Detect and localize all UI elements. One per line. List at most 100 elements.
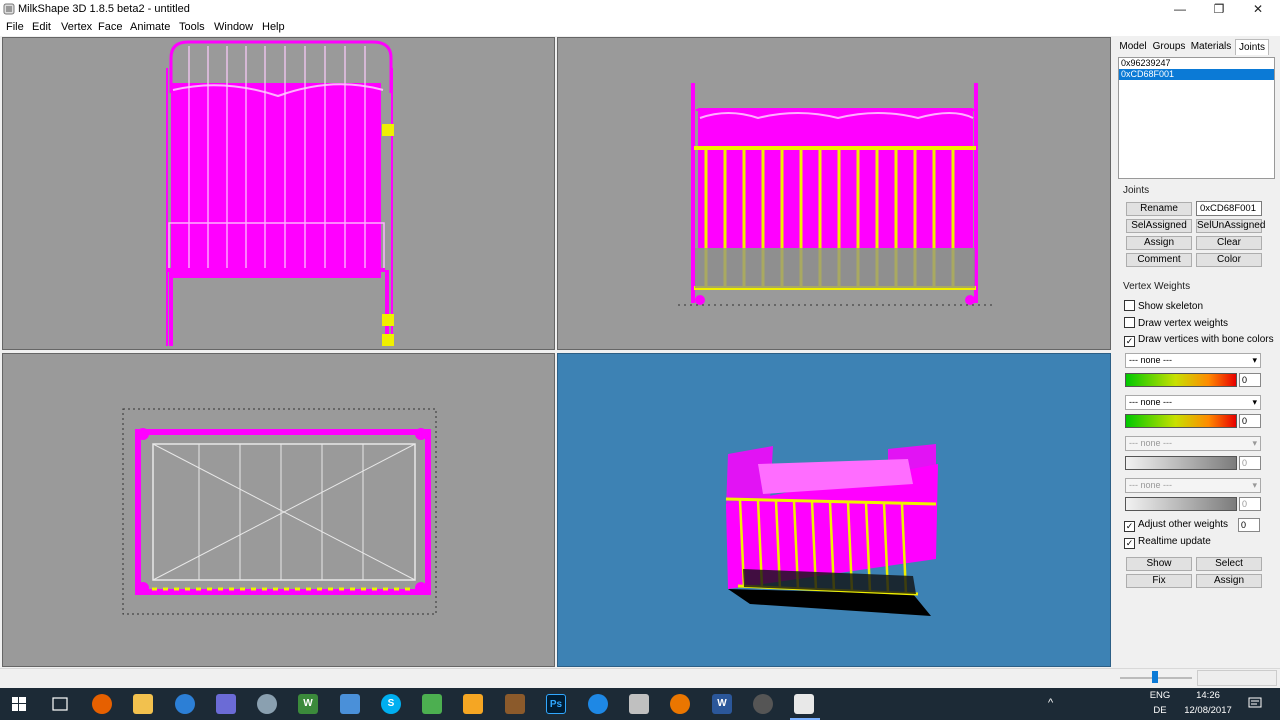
app-icon[interactable] — [505, 694, 525, 714]
notification-icon[interactable] — [1248, 697, 1262, 710]
weight-value-2[interactable]: 0 — [1239, 414, 1261, 428]
check-icon[interactable]: ✓ — [1124, 336, 1135, 347]
word-w-icon[interactable]: W — [298, 694, 318, 714]
show-skeleton-checkbox[interactable]: Show skeleton — [1124, 300, 1203, 313]
blender-icon[interactable] — [670, 694, 690, 714]
menu-animate[interactable]: Animate — [130, 21, 170, 33]
menu-file[interactable]: File — [6, 21, 24, 33]
word-icon[interactable]: W — [712, 694, 732, 714]
app-icon[interactable] — [629, 694, 649, 714]
minimize-button[interactable]: — — [1160, 0, 1200, 19]
menu-tools[interactable]: Tools — [179, 21, 205, 33]
weight-value-3: 0 — [1239, 456, 1261, 470]
show-button[interactable]: Show — [1126, 557, 1192, 571]
language-indicator[interactable]: ENG — [1146, 690, 1174, 701]
check-icon[interactable]: ✓ — [1124, 538, 1135, 549]
tab-joints[interactable]: Joints — [1235, 39, 1269, 55]
chevron-down-icon: ▾ — [1252, 438, 1257, 448]
sel-unassigned-button[interactable]: SelUnAssigned — [1196, 219, 1265, 233]
weight-slider-4 — [1125, 497, 1237, 511]
bone-select-value: --- none --- — [1129, 355, 1173, 365]
top-view-wireframe — [122, 408, 437, 615]
milkshape-icon[interactable] — [794, 694, 814, 714]
checkbox-label: Draw vertices with bone colors — [1138, 334, 1274, 345]
viewport-3d[interactable] — [557, 353, 1111, 667]
side-view-wireframe — [678, 83, 993, 306]
app-icon[interactable] — [422, 694, 442, 714]
app-icon[interactable] — [216, 694, 236, 714]
joint-list-item[interactable]: 0x96239247 — [1119, 58, 1274, 69]
adjust-other-weights-value[interactable]: 0 — [1238, 518, 1260, 532]
windows-start-icon[interactable] — [12, 697, 26, 711]
draw-bone-colors-checkbox[interactable]: ✓ Draw vertices with bone colors — [1124, 334, 1274, 347]
joint-name-field[interactable]: 0xCD68F001 — [1196, 201, 1262, 216]
app-icon[interactable] — [588, 694, 608, 714]
tab-groups[interactable]: Groups — [1151, 39, 1187, 55]
task-view-icon[interactable] — [52, 697, 68, 711]
draw-vertex-weights-checkbox[interactable]: Draw vertex weights — [1124, 317, 1228, 330]
app-icon[interactable] — [753, 694, 773, 714]
check-icon[interactable]: ✓ — [1124, 521, 1135, 532]
weight-slider-1[interactable] — [1125, 373, 1237, 387]
app-icon[interactable] — [257, 694, 277, 714]
viewport-front[interactable] — [2, 37, 555, 350]
realtime-update-checkbox[interactable]: ✓ Realtime update — [1124, 536, 1211, 549]
assign-joint-button[interactable]: Assign — [1126, 236, 1192, 250]
adjust-other-weights-checkbox[interactable]: ✓ Adjust other weights — [1124, 519, 1228, 532]
weight-slider-2[interactable] — [1125, 414, 1237, 428]
properties-panel: Model Groups Materials Joints 0x96239247… — [1114, 36, 1280, 668]
bone-select-value: --- none --- — [1129, 397, 1173, 407]
bone-select-value: --- none --- — [1129, 480, 1173, 490]
fix-button[interactable]: Fix — [1126, 574, 1192, 588]
joint-list[interactable]: 0x96239247 0xCD68F001 — [1118, 57, 1275, 179]
skype-icon[interactable]: S — [381, 694, 401, 714]
clear-button[interactable]: Clear — [1196, 236, 1262, 250]
title-bar: MilkShape 3D 1.8.5 beta2 - untitled — ❐ … — [0, 0, 1280, 19]
windows-taskbar: W S Ps W ^ ENG DE 14:26 12/08/2017 — [0, 688, 1280, 720]
file-explorer-icon[interactable] — [133, 694, 153, 714]
checkbox-box[interactable] — [1124, 317, 1135, 328]
color-button[interactable]: Color — [1196, 253, 1262, 267]
window-title: MilkShape 3D 1.8.5 beta2 - untitled — [18, 3, 190, 15]
checkbox-label: Show skeleton — [1138, 301, 1204, 312]
menu-edit[interactable]: Edit — [32, 21, 51, 33]
tab-materials[interactable]: Materials — [1188, 39, 1234, 55]
weight-value-4: 0 — [1239, 497, 1261, 511]
tray-expand-icon[interactable]: ^ — [1048, 697, 1053, 709]
clock-time[interactable]: 14:26 — [1178, 690, 1238, 701]
milkshape-app-icon — [3, 3, 15, 15]
frame-field[interactable] — [1197, 670, 1277, 686]
menu-help[interactable]: Help — [262, 21, 285, 33]
photoshop-icon[interactable]: Ps — [546, 694, 566, 714]
bone-select-2[interactable]: --- none --- ▾ — [1125, 395, 1261, 410]
checkbox-box[interactable] — [1124, 300, 1135, 311]
menu-window[interactable]: Window — [214, 21, 253, 33]
front-view-wireframe — [166, 40, 394, 346]
viewport-top[interactable] — [2, 353, 555, 667]
rename-button[interactable]: Rename — [1126, 202, 1192, 216]
keyboard-layout[interactable]: DE — [1146, 705, 1174, 716]
firefox-icon[interactable] — [92, 694, 112, 714]
clock-date[interactable]: 12/08/2017 — [1178, 705, 1238, 716]
maximize-button[interactable]: ❐ — [1199, 0, 1239, 19]
bone-select-value: --- none --- — [1129, 438, 1173, 448]
bone-select-1[interactable]: --- none --- ▾ — [1125, 353, 1261, 368]
menu-vertex[interactable]: Vertex — [61, 21, 92, 33]
viewport-side[interactable] — [557, 37, 1111, 350]
joint-list-item-selected[interactable]: 0xCD68F001 — [1119, 69, 1274, 80]
weight-value-1[interactable]: 0 — [1239, 373, 1261, 387]
sel-assigned-button[interactable]: SelAssigned — [1126, 219, 1192, 233]
menu-face[interactable]: Face — [98, 21, 122, 33]
app-icon[interactable] — [340, 694, 360, 714]
status-bar — [0, 668, 1280, 688]
select-button[interactable]: Select — [1196, 557, 1262, 571]
media-icon[interactable] — [463, 694, 483, 714]
vertex-weights-section-label: Vertex Weights — [1123, 281, 1191, 292]
animation-slider-thumb[interactable] — [1152, 671, 1158, 683]
tab-model[interactable]: Model — [1116, 39, 1150, 55]
comment-button[interactable]: Comment — [1126, 253, 1192, 267]
thunderbird-icon[interactable] — [175, 694, 195, 714]
menu-bar: File Edit Vertex Face Animate Tools Wind… — [0, 19, 1280, 36]
close-button[interactable]: ✕ — [1238, 0, 1278, 19]
assign-weights-button[interactable]: Assign — [1196, 574, 1262, 588]
